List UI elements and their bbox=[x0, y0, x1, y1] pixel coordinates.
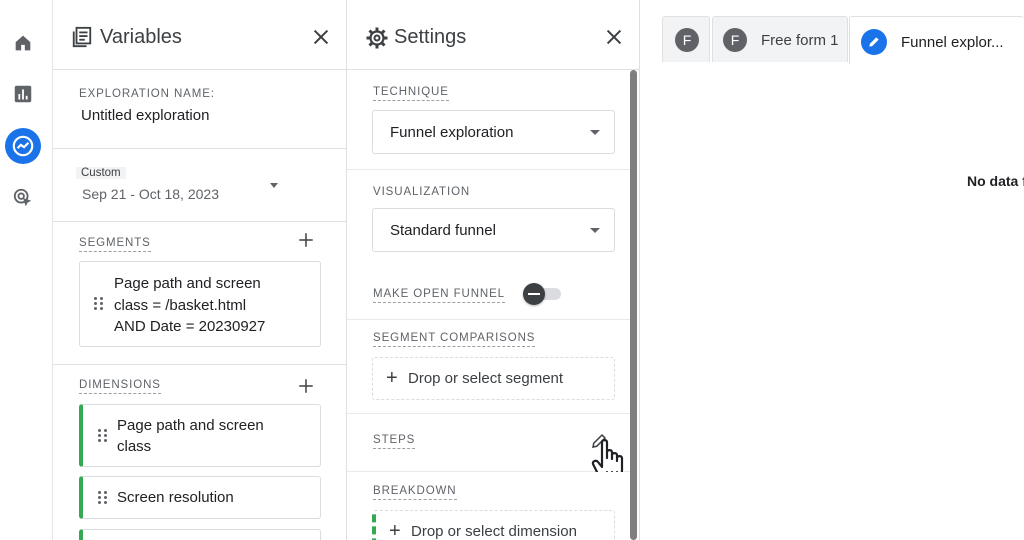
chevron-down-icon bbox=[590, 130, 600, 135]
tab-bar: F F Free form 1 Funnel explor... bbox=[662, 16, 1024, 64]
exploration-name-label: EXPLORATION NAME: bbox=[79, 88, 215, 100]
chevron-down-icon bbox=[270, 183, 278, 188]
tab-avatar: F bbox=[675, 28, 699, 52]
variables-panel: Variables EXPLORATION NAME: Untitled exp… bbox=[53, 0, 347, 540]
variables-title: Variables bbox=[100, 26, 182, 48]
tab-label: Funnel explor... bbox=[901, 34, 1004, 51]
variables-header: Variables bbox=[53, 0, 346, 70]
technique-label: TECHNIQUE bbox=[373, 86, 449, 101]
open-funnel-label: MAKE OPEN FUNNEL bbox=[373, 288, 505, 303]
tab-avatar: F bbox=[723, 28, 747, 52]
exploration-name-value[interactable]: Untitled exploration bbox=[81, 107, 209, 124]
add-dimension-icon[interactable] bbox=[297, 377, 315, 400]
visualization-label: VISUALIZATION bbox=[373, 186, 471, 198]
dimension-line-1: Page path and screen bbox=[117, 417, 264, 434]
segment-comparisons-section: SEGMENT COMPARISONS + Drop or select seg… bbox=[347, 320, 630, 414]
visualization-section: VISUALIZATION Standard funnel MAKE OPEN … bbox=[347, 170, 630, 320]
date-range-value: Sep 21 - Oct 18, 2023 bbox=[82, 186, 219, 202]
nav-rail bbox=[0, 0, 53, 540]
technique-section: TECHNIQUE Funnel exploration bbox=[347, 70, 630, 170]
home-icon[interactable] bbox=[5, 25, 41, 61]
visualization-select[interactable]: Standard funnel bbox=[372, 208, 615, 252]
cursor-target-icon[interactable] bbox=[5, 180, 41, 216]
settings-panel: Settings TECHNIQUE Funnel exploration VI… bbox=[347, 0, 640, 540]
tab-f[interactable]: F bbox=[662, 16, 710, 62]
date-range-label: Custom bbox=[76, 167, 126, 179]
chevron-down-icon bbox=[590, 228, 600, 233]
dimension-dropzone-text: Drop or select dimension bbox=[411, 523, 577, 540]
visualization-value: Standard funnel bbox=[390, 222, 496, 239]
breakdown-section: BREAKDOWN + Drop or select dimension bbox=[347, 472, 630, 540]
no-data-message: No data f bbox=[967, 173, 1024, 189]
plus-icon: + bbox=[386, 367, 398, 389]
dimension-label: Screen resolution bbox=[117, 489, 234, 506]
dimension-chip[interactable] bbox=[79, 529, 321, 540]
drag-handle-icon[interactable] bbox=[98, 429, 108, 443]
close-icon[interactable] bbox=[603, 26, 625, 48]
dimensions-section: DIMENSIONS Page path and screen class Sc… bbox=[53, 365, 346, 540]
bar-chart-icon[interactable] bbox=[5, 76, 41, 112]
gear-icon bbox=[365, 26, 389, 55]
settings-header: Settings bbox=[347, 0, 639, 70]
exploration-canvas: F F Free form 1 Funnel explor... No data… bbox=[640, 0, 1024, 540]
exploration-name-section: EXPLORATION NAME: Untitled exploration bbox=[53, 70, 346, 149]
dimension-dropzone[interactable]: + Drop or select dimension bbox=[372, 510, 615, 540]
variables-icon bbox=[71, 26, 93, 53]
pencil-icon bbox=[861, 29, 887, 55]
settings-scrollbar[interactable] bbox=[630, 70, 637, 540]
drag-handle-icon[interactable] bbox=[94, 297, 104, 311]
segments-label: SEGMENTS bbox=[79, 237, 151, 252]
segment-comparisons-label: SEGMENT COMPARISONS bbox=[373, 332, 536, 347]
tab-funnel-exploration[interactable]: Funnel explor... bbox=[849, 16, 1024, 64]
date-range-selector[interactable]: Custom Sep 21 - Oct 18, 2023 bbox=[53, 149, 346, 222]
breakdown-label: BREAKDOWN bbox=[373, 485, 457, 500]
tab-label: Free form 1 bbox=[761, 32, 839, 49]
steps-label: STEPS bbox=[373, 434, 416, 449]
plus-icon: + bbox=[389, 520, 401, 540]
segment-line-1: Page path and screen bbox=[114, 275, 261, 292]
dimension-line-2: class bbox=[117, 438, 152, 455]
dimensions-label: DIMENSIONS bbox=[79, 379, 161, 394]
explore-icon[interactable] bbox=[5, 128, 41, 164]
technique-select[interactable]: Funnel exploration bbox=[372, 110, 615, 154]
technique-value: Funnel exploration bbox=[390, 124, 514, 141]
segments-section: SEGMENTS Page path and screen class = /b… bbox=[53, 222, 346, 365]
segment-line-3: AND Date = 20230927 bbox=[114, 318, 266, 335]
segment-chip[interactable]: Page path and screen class = /basket.htm… bbox=[79, 261, 321, 347]
close-icon[interactable] bbox=[310, 26, 332, 48]
segment-dropzone[interactable]: + Drop or select segment bbox=[372, 357, 615, 400]
open-funnel-toggle[interactable] bbox=[523, 283, 561, 305]
dimension-chip[interactable]: Screen resolution bbox=[79, 476, 321, 519]
settings-title: Settings bbox=[394, 26, 467, 48]
drag-handle-icon[interactable] bbox=[98, 491, 108, 505]
segment-dropzone-text: Drop or select segment bbox=[408, 370, 564, 387]
dimension-chip[interactable]: Page path and screen class bbox=[79, 404, 321, 467]
steps-section: STEPS bbox=[347, 414, 630, 484]
segment-line-2: class = /basket.html bbox=[114, 296, 247, 314]
tab-free-form[interactable]: F Free form 1 bbox=[712, 16, 848, 62]
add-segment-icon[interactable] bbox=[297, 231, 315, 254]
